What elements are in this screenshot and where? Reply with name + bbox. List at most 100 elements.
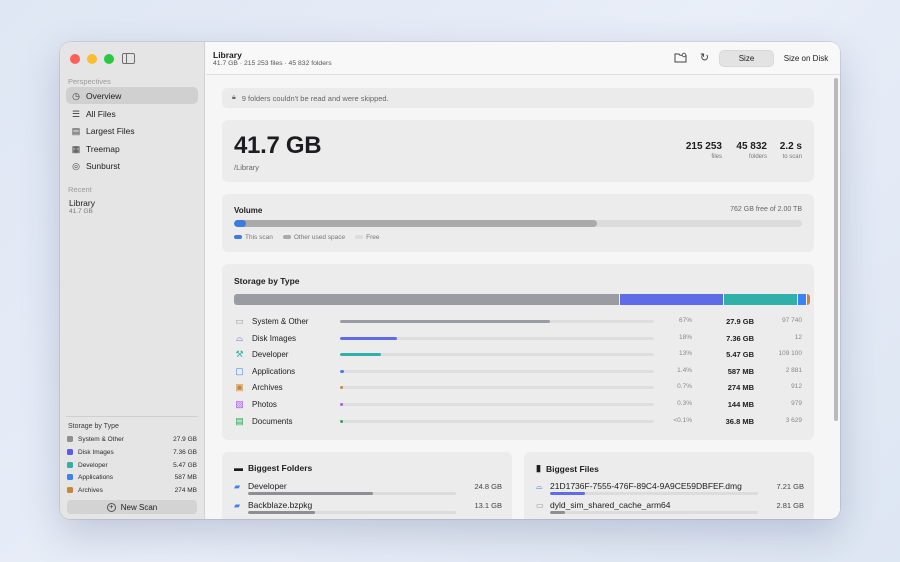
close-button[interactable] — [70, 54, 80, 64]
folder-row[interactable]: ▰ Developer 24.8 GB — [234, 481, 502, 499]
storage-type-row[interactable]: ▨ Photos 0.3% 144 MB 979 — [234, 398, 810, 411]
folder-icon: ▰ — [234, 482, 241, 491]
storage-type-row[interactable]: ▤ Documents <0.1% 36.8 MB 3 629 — [234, 415, 810, 428]
refresh-icon[interactable]: ↻ — [698, 52, 711, 64]
type-size: 587 MB — [727, 366, 754, 376]
app-icon: ▢ — [235, 365, 244, 376]
sidebar-item-label: Sunburst — [86, 160, 121, 171]
folder-icon[interactable] — [674, 52, 687, 64]
volume-other-segment — [234, 220, 598, 227]
sidebar-item-label: Largest Files — [86, 125, 135, 136]
type-name: Documents — [252, 416, 293, 426]
window-controls — [70, 54, 114, 64]
folder-name: Developer — [248, 481, 287, 491]
sidebar-item-label: Overview — [86, 90, 122, 101]
folder-size-bar — [248, 511, 456, 514]
sidebar-item-overview[interactable]: ◷ Overview — [66, 87, 198, 104]
type-share-fill — [340, 336, 397, 340]
size-on-disk-toggle-button[interactable]: Size on Disk — [778, 50, 834, 67]
folder-name: Backblaze.bzpkg — [248, 500, 313, 510]
legend-value: 587 MB — [174, 473, 197, 481]
legend-name: Applications — [78, 473, 114, 481]
new-scan-button[interactable]: + New Scan — [67, 500, 197, 514]
sunburst-icon: ◎ — [72, 160, 80, 171]
size-toggle-button[interactable]: Size — [719, 50, 774, 67]
type-size: 144 MB — [727, 400, 754, 409]
type-share-bar — [340, 403, 654, 406]
minimize-button[interactable] — [87, 54, 97, 64]
largest-files-icon: ▤ — [71, 125, 81, 136]
perspectives-label: Perspectives — [68, 77, 111, 86]
zoom-button[interactable] — [104, 54, 114, 64]
type-name: Disk Images — [252, 333, 297, 343]
folder-icon: ▰ — [234, 501, 241, 510]
legend-swatch — [67, 487, 73, 493]
time-value: 2.2 s — [779, 141, 802, 152]
storage-type-row[interactable]: ⚒ Developer 13% 5.47 GB 109 100 — [234, 348, 810, 361]
scrollbar[interactable] — [832, 75, 840, 519]
sidebar-divider — [66, 416, 198, 417]
stack-segment — [806, 294, 810, 305]
storage-legend-row: Applications 587 MB — [67, 472, 197, 482]
folders-label: folders — [748, 154, 767, 160]
sidebar-toggle-icon[interactable] — [122, 53, 135, 64]
type-share-bar — [340, 320, 654, 323]
file-row[interactable]: ⌓ 21D1736F-7555-476F-89C4-9A9CE59DBFEF.d… — [536, 481, 804, 499]
type-count: 97 740 — [782, 317, 802, 324]
file-row[interactable]: ▭ dyld_sim_shared_cache_arm64 2.81 GB — [536, 500, 804, 518]
toolbar: Library 41.7 GB · 215 253 files · 45 832… — [206, 42, 840, 75]
type-percent: 13% — [678, 350, 692, 358]
type-count: 3 629 — [785, 416, 802, 424]
storage-by-type-card: Storage by Type ▭ System & Other 67% 27.9 G… — [222, 264, 814, 440]
type-share-bar — [340, 386, 654, 390]
type-share-fill — [340, 419, 343, 423]
folder-size: 24.8 GB — [474, 482, 502, 491]
legend-free: Free — [355, 234, 380, 241]
legend-value: 7.36 GB — [173, 448, 197, 456]
storage-type-row[interactable]: ⌓ Disk Images 18% 7.36 GB 12 — [234, 332, 810, 345]
file-icon: ▭ — [536, 501, 544, 510]
file-name: 21D1736F-7555-476F-89C4-9A9CE59DBFEF.dmg — [550, 481, 742, 491]
storage-stacked-bar — [234, 294, 810, 305]
hammer-icon: ⚒ — [235, 349, 244, 360]
folder-row[interactable]: ▰ Backblaze.bzpkg 13.1 GB — [234, 500, 502, 518]
file-icon: ▮ — [536, 463, 541, 473]
storage-type-row[interactable]: ▢ Applications 1.4% 587 MB 2 881 — [234, 365, 810, 378]
type-size: 27.9 GB — [726, 317, 754, 326]
warning-text: 9 folders couldn't be read and were skip… — [241, 93, 389, 103]
sidebar-item-treemap[interactable]: ▦ Treemap — [66, 140, 198, 157]
legend-swatch — [67, 449, 73, 455]
stack-segment — [234, 294, 620, 305]
photo-icon: ▨ — [235, 399, 244, 409]
file-size-bar — [550, 511, 758, 514]
sidebar-item-all-files[interactable]: ☰ All Files — [66, 105, 198, 122]
volume-scan-segment — [234, 220, 246, 227]
legend-other-used: Other used space — [282, 234, 345, 241]
recent-item-name[interactable]: Library — [69, 198, 95, 208]
type-share-fill — [340, 320, 551, 323]
type-share-bar — [340, 336, 654, 340]
type-size: 5.47 GB — [726, 350, 754, 360]
type-share-bar — [340, 369, 654, 373]
sidebar-item-largest-files[interactable]: ▤ Largest Files — [66, 122, 198, 139]
app-window: Perspectives ◷ Overview ☰ All Files ▤ La… — [60, 42, 840, 519]
document-icon: ▤ — [235, 415, 244, 426]
folders-stat: 45 832 folders — [736, 141, 767, 160]
files-stat: 215 253 files — [686, 141, 722, 160]
lock-icon: 🔒︎ — [232, 94, 236, 101]
type-count: 979 — [791, 400, 802, 407]
storage-type-row[interactable]: ▣ Archives 0.7% 274 MB 912 — [234, 381, 810, 394]
type-share-fill — [340, 353, 381, 357]
plus-icon: + — [106, 502, 116, 512]
storage-type-row[interactable]: ▭ System & Other 67% 27.9 GB 97 740 — [234, 315, 810, 328]
legend-name: System & Other — [78, 435, 124, 443]
legend-value: 5.47 GB — [173, 461, 197, 469]
biggest-files-card: ▮ Biggest Files ⌓ 21D1736F-7555-476F-89C… — [524, 452, 814, 519]
sidebar-item-sunburst[interactable]: ◎ Sunburst — [66, 157, 198, 174]
folder-size-bar — [248, 492, 456, 495]
scrollbar-thumb[interactable] — [834, 78, 838, 421]
type-size: 36.8 MB — [725, 416, 754, 426]
volume-title: Volume — [234, 206, 263, 215]
type-share-fill — [340, 369, 345, 373]
file-size: 2.81 GB — [776, 501, 804, 510]
